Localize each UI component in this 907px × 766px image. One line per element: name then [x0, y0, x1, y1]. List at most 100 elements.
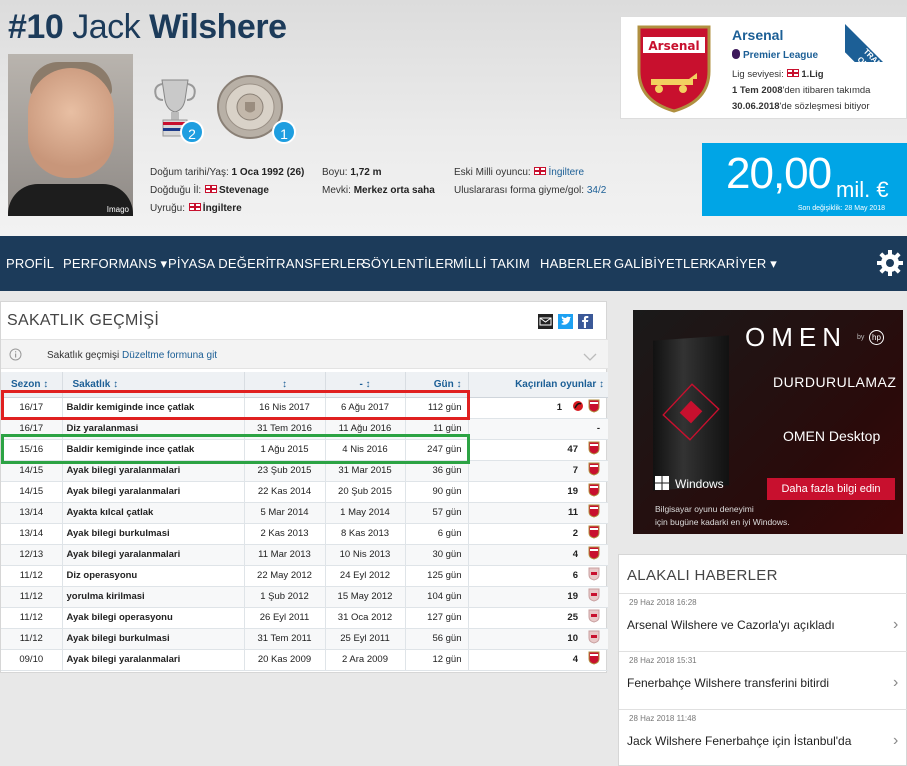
hp-logo-icon: hp: [869, 330, 884, 345]
arsenal-crest-icon[interactable]: [588, 399, 600, 416]
row-days: 104 gün: [405, 586, 469, 608]
fa-cup-count-badge: 2: [180, 120, 204, 144]
table-row: 13/14 Ayakta kılcal çatlak 5 Mar 2014 1 May…: [1, 502, 608, 524]
arsenal-old-crest-icon[interactable]: [588, 588, 600, 605]
row-from: 22 Kas 2014: [244, 481, 326, 503]
arsenal-old-crest-icon[interactable]: [588, 567, 600, 584]
row-days: 56 gün: [405, 628, 469, 650]
ad-os: Windows: [675, 477, 724, 491]
row-until: 15 May 2012: [325, 586, 406, 608]
facebook-share-icon[interactable]: [578, 314, 593, 329]
row-until: 24 Eyl 2012: [325, 565, 406, 587]
chevron-right-icon: ›: [893, 616, 899, 633]
row-season: 11/12: [1, 628, 63, 650]
row-from: 31 Tem 2011: [244, 628, 326, 650]
arsenal-crest-icon[interactable]: [588, 546, 600, 563]
row-season: 11/12: [1, 607, 63, 629]
flag-icon: [534, 167, 547, 175]
transfer-ribbon[interactable]: TRANSFER OLUYOR...: [845, 0, 907, 62]
arsenal-crest-icon[interactable]: [588, 651, 600, 668]
missed-count: 7: [572, 465, 578, 477]
arsenal-old-crest-icon[interactable]: [588, 609, 600, 626]
row-days: 57 gün: [405, 502, 469, 524]
omen-ad[interactable]: OMEN by hp DURDURULAMAZ OMEN Desktop Win…: [633, 310, 903, 534]
nav-kariyer[interactable]: KARİYER ▾: [708, 256, 777, 272]
row-from: 5 Mar 2014: [244, 502, 326, 524]
row-days: 125 gün: [405, 565, 469, 587]
ad-fine-2: için bugüne kadarki en iyi Windows.: [655, 517, 790, 527]
main-nav: PROFİL PERFORMANS ▾ PİYASA DEĞERİ TRANSF…: [0, 236, 907, 291]
missed-count: 19: [567, 591, 578, 603]
market-value-unit: mil. €: [836, 177, 889, 202]
nav-profil[interactable]: PROFİL: [6, 256, 54, 271]
row-until: 31 Oca 2012: [325, 607, 406, 629]
league-link[interactable]: Premier League: [732, 49, 818, 61]
table-row: 11/12 yorulma kirilmasi 1 Şub 2012 15 May 2…: [1, 586, 608, 608]
row-injury: Ayak bilegi burkulmasi: [62, 523, 245, 545]
caps-link[interactable]: 34/2: [587, 185, 606, 196]
arsenal-crest-icon[interactable]: [588, 462, 600, 479]
market-value-box[interactable]: 20,00 mil. € Son değişiklik: 28 May 2018: [702, 143, 907, 216]
row-missed: 10: [468, 628, 608, 650]
club-name-link[interactable]: Arsenal: [732, 27, 783, 43]
nav-soylentiler[interactable]: SÖYLENTİLER: [362, 256, 454, 271]
nav-piyasa-degeri[interactable]: PİYASA DEĞERİ: [168, 256, 269, 271]
arsenal-old-crest-icon[interactable]: [588, 630, 600, 647]
email-share-icon[interactable]: [538, 314, 553, 329]
missed-count: 1: [556, 402, 562, 414]
row-days: 30 gün: [405, 544, 469, 566]
row-missed: 19: [468, 481, 608, 503]
table-row: 14/15 Ayak bilegi yaralanmalari 22 Kas 201…: [1, 481, 608, 503]
row-from: 11 Mar 2013: [244, 544, 326, 566]
chevron-right-icon: ›: [893, 674, 899, 691]
chevron-down-icon[interactable]: [583, 349, 597, 367]
contract-date: 30.06.2018'de sözleşmesi bitiyor: [732, 101, 870, 112]
missed-count: 10: [567, 633, 578, 645]
bournemouth-crest-icon[interactable]: [572, 399, 584, 416]
ad-fine-1: Bilgisayar oyunu deneyimi: [655, 504, 754, 514]
nav-haberler[interactable]: HABERLER: [540, 256, 612, 271]
ad-product: OMEN Desktop: [783, 428, 881, 444]
arsenal-crest-icon[interactable]: [588, 525, 600, 542]
row-days: 6 gün: [405, 523, 469, 545]
row-from: 20 Kas 2009: [244, 649, 326, 671]
missed-count: 19: [567, 486, 578, 498]
edit-bar: Sakatlık geçmişi Düzeltme formuna git: [1, 339, 608, 369]
row-until: 2 Ara 2009: [325, 649, 406, 671]
player-details-col1: Doğum tarihi/Yaş: 1 Oca 1992 (26) Doğduğ…: [150, 167, 305, 214]
missed-count: 25: [567, 612, 578, 624]
row-from: 26 Eyl 2011: [244, 607, 326, 629]
twitter-share-icon[interactable]: [558, 314, 573, 329]
arsenal-crest-icon[interactable]: Arsenal: [635, 23, 713, 120]
arsenal-crest-icon[interactable]: [588, 483, 600, 500]
row-missed: 7: [468, 460, 608, 482]
news-item[interactable]: 28 Haz 2018 15:31 Fenerbahçe Wilshere tr…: [619, 651, 907, 709]
news-item[interactable]: 28 Haz 2018 11:48 Jack Wilshere Fenerbah…: [619, 709, 907, 766]
row-until: 1 May 2014: [325, 502, 406, 524]
row-season: 14/15: [1, 481, 63, 503]
arsenal-crest-icon[interactable]: [588, 441, 600, 458]
nav-milli-takim[interactable]: MİLLİ TAKIM: [453, 256, 530, 271]
table-row: 11/12 Diz operasyonu 22 May 2012 24 Eyl 201…: [1, 565, 608, 587]
row-missed: 47: [468, 439, 608, 461]
correction-form-link[interactable]: Düzeltme formuna git: [122, 350, 217, 361]
row-missed: 19: [468, 586, 608, 608]
nav-transferler[interactable]: TRANSFERLER: [268, 256, 366, 271]
missed-count: 11: [567, 507, 578, 519]
row-from: 22 May 2012: [244, 565, 326, 587]
arsenal-crest-icon[interactable]: [588, 504, 600, 521]
row-from: 2 Kas 2013: [244, 523, 326, 545]
ad-cta-button[interactable]: Daha fazla bilgi edin: [767, 478, 895, 500]
row-season: 11/12: [1, 586, 63, 608]
col-missed[interactable]: Kaçırılan oyunlar ↕: [468, 372, 608, 398]
row-missed: -: [468, 418, 608, 440]
news-item[interactable]: 29 Haz 2018 16:28 Arsenal Wilshere ve Ca…: [619, 593, 907, 651]
row-missed: 4: [468, 649, 608, 671]
former-intl-link[interactable]: İngiltere: [548, 167, 584, 178]
info-icon: [9, 348, 22, 366]
row-injury: yorulma kirilmasi: [62, 586, 245, 608]
missed-count: 47: [567, 444, 578, 456]
nav-performans[interactable]: PERFORMANS ▾: [63, 256, 167, 272]
gear-icon[interactable]: [876, 249, 904, 282]
nav-galibiyetler[interactable]: GALİBİYETLER: [614, 256, 709, 271]
